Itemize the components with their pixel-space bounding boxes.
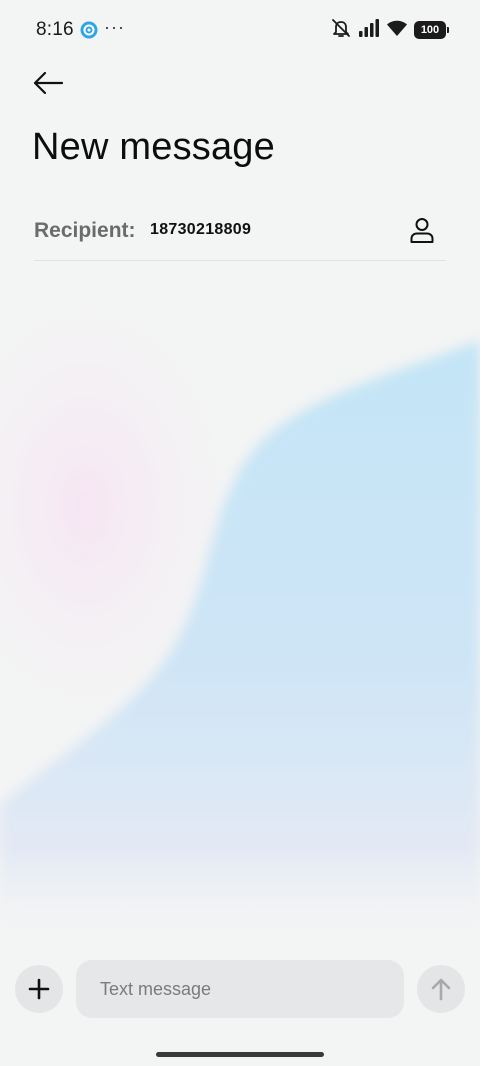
contact-person-icon (410, 218, 434, 243)
app-notification-icon (80, 21, 98, 39)
message-input[interactable] (76, 960, 404, 1018)
page-title: New message (32, 126, 275, 168)
plus-icon (28, 978, 50, 1000)
silent-bell-icon (330, 17, 352, 44)
contact-picker-button[interactable] (406, 214, 438, 246)
status-icons: 100 (330, 17, 449, 44)
back-button[interactable] (28, 66, 68, 100)
home-indicator[interactable] (156, 1052, 324, 1057)
send-arrow-icon (431, 978, 451, 1001)
recipient-label: Recipient: (34, 219, 136, 242)
more-notifications-icon: ··· (104, 17, 125, 37)
recipient-row[interactable]: Recipient: 18730218809 (34, 206, 446, 261)
back-arrow-icon (33, 71, 64, 95)
status-time: 8:16 (36, 19, 74, 40)
wifi-icon (386, 19, 408, 42)
recipient-number[interactable]: 18730218809 (150, 221, 251, 239)
status-bar: 8:16 ··· 100 (0, 0, 480, 60)
signal-icon (358, 18, 380, 43)
send-button[interactable] (417, 965, 465, 1013)
battery-icon: 100 (414, 21, 449, 39)
attach-button[interactable] (15, 965, 63, 1013)
